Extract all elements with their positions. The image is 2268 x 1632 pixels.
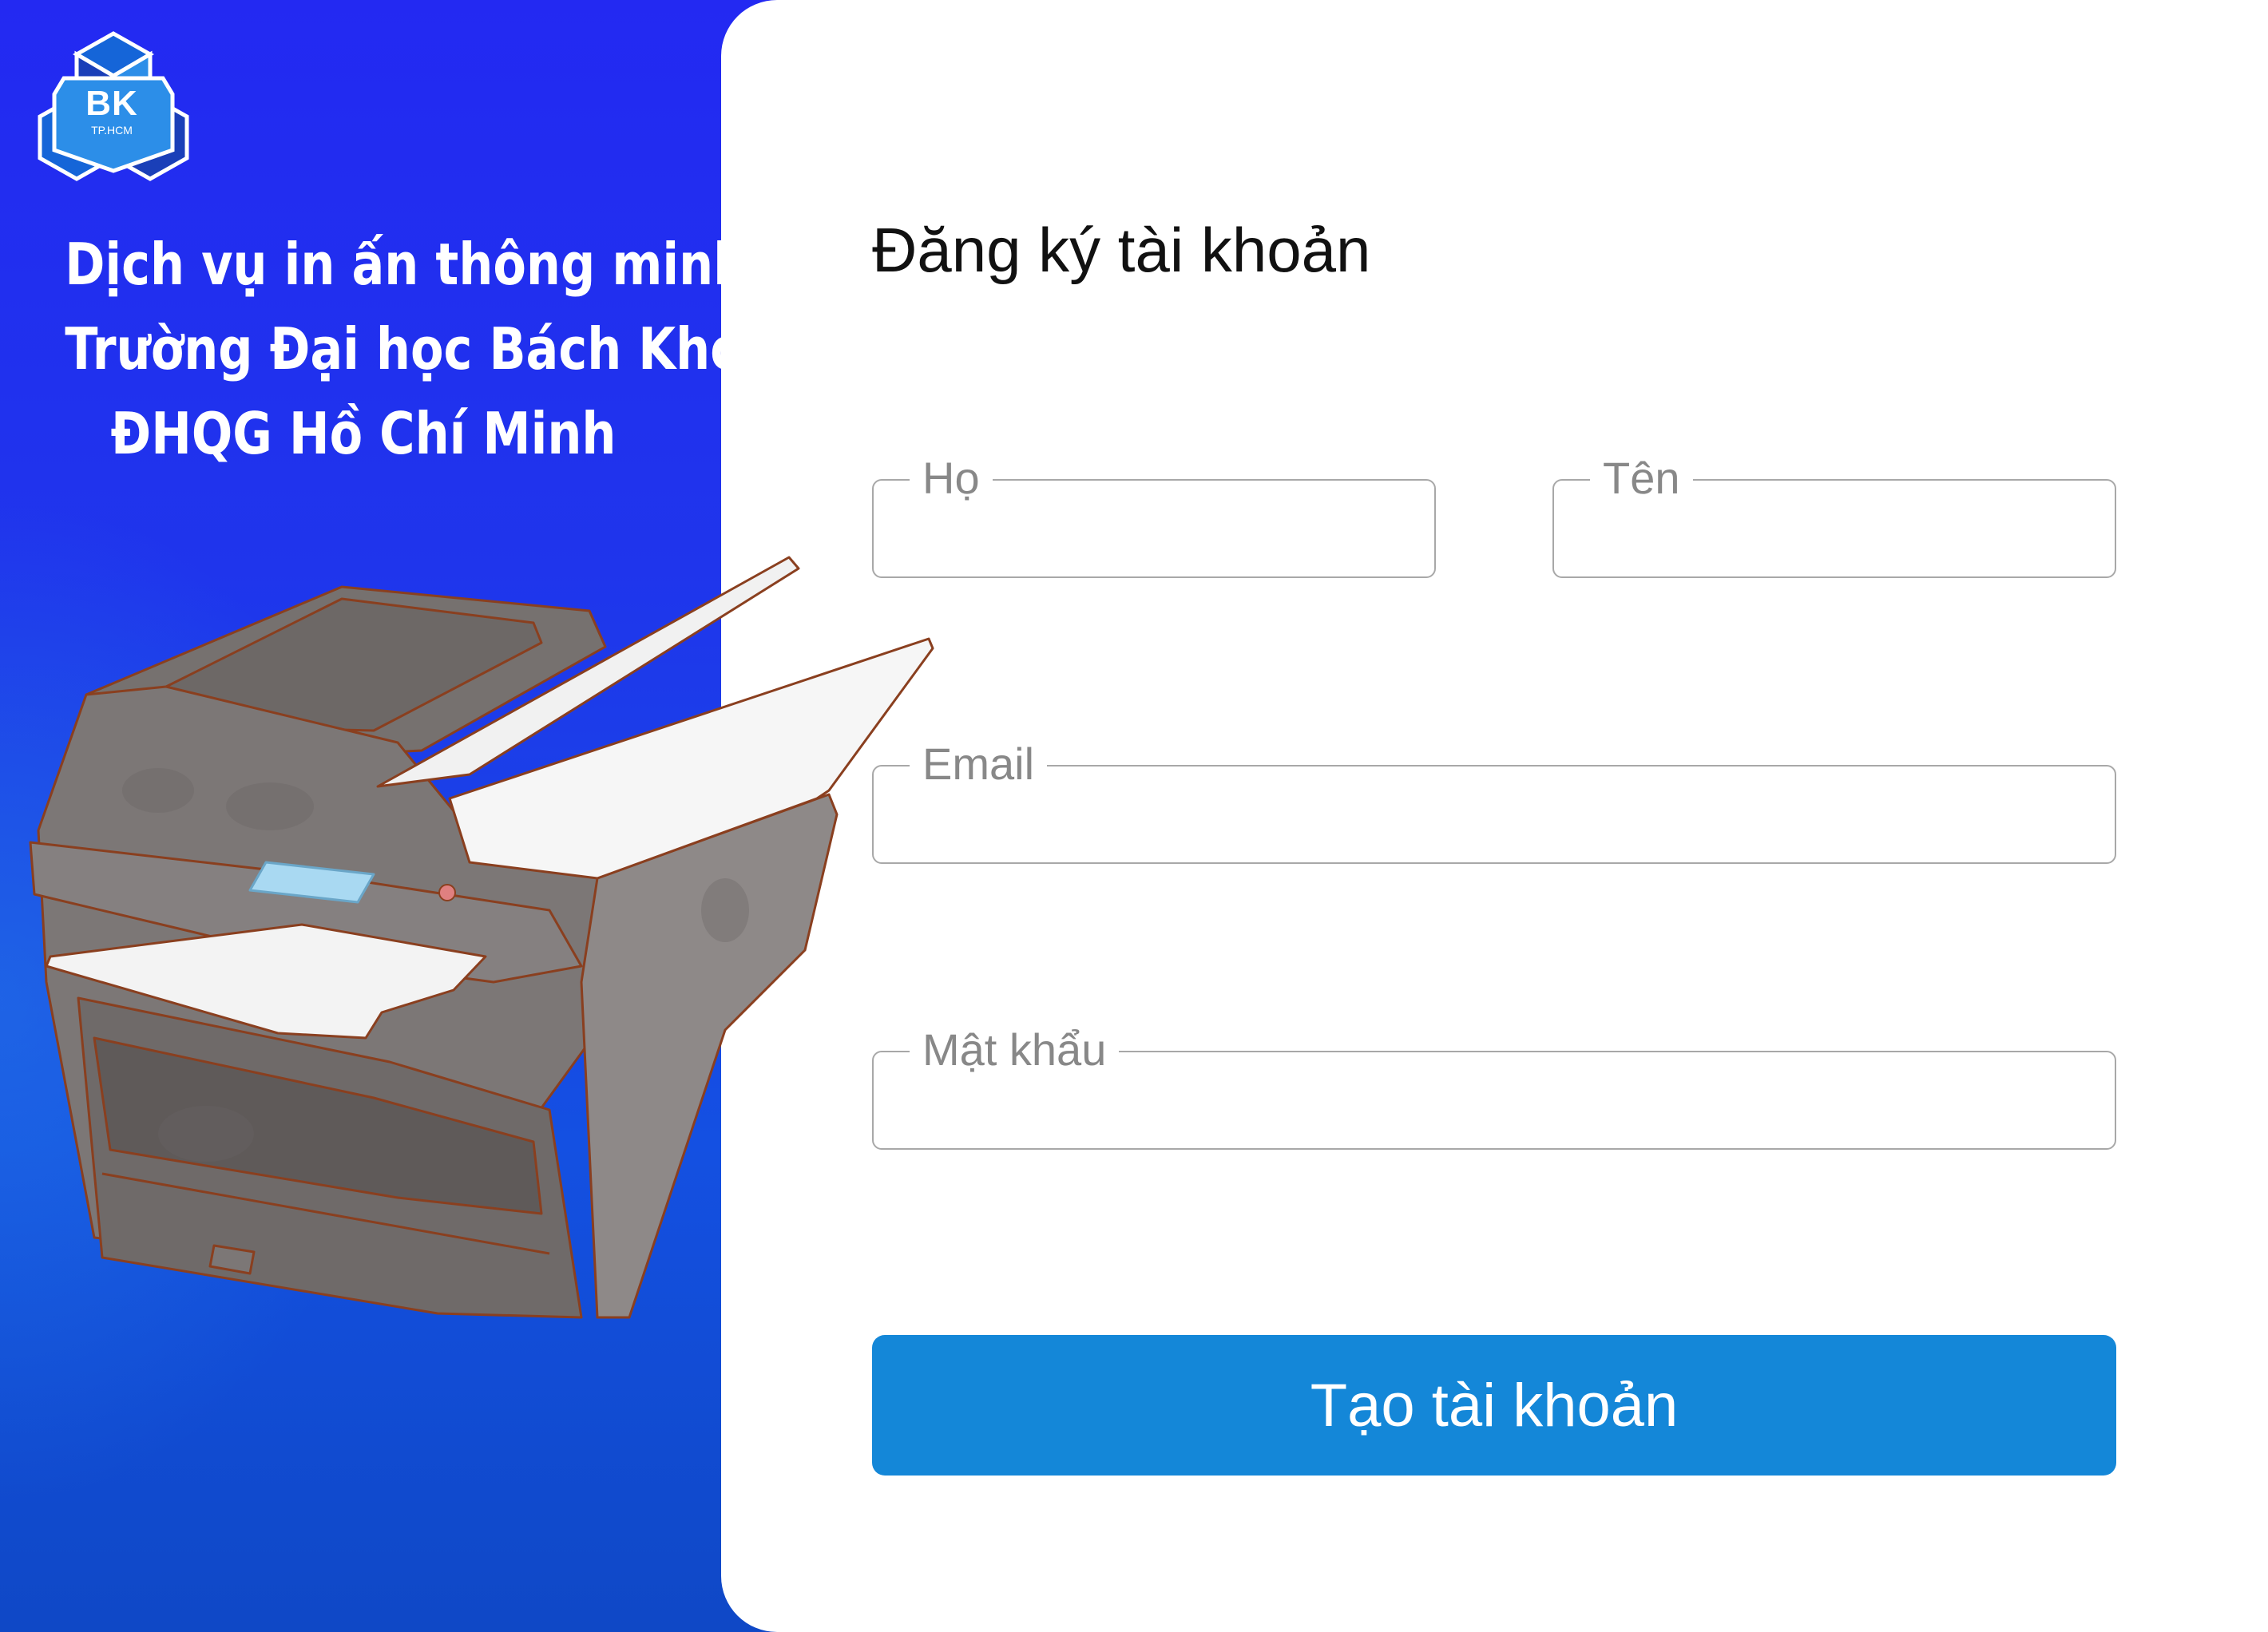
create-account-button[interactable]: Tạo tài khoản	[872, 1335, 2116, 1476]
service-tagline: Dịch vụ in ấn thông minh Trường Đại học …	[65, 222, 776, 476]
form-title: Đăng ký tài khoản	[872, 215, 1371, 285]
last-name-label: Họ	[910, 450, 993, 506]
logo-subtext: TP.HCM	[91, 124, 133, 137]
email-field[interactable]: Email	[872, 736, 2116, 864]
tagline-line: ĐHQG Hồ Chí Minh	[110, 400, 617, 467]
email-input[interactable]	[898, 789, 2094, 843]
first-name-label: Tên	[1590, 450, 1693, 506]
last-name-field[interactable]: Họ	[872, 450, 1436, 578]
password-label: Mật khẩu	[910, 1022, 1120, 1078]
printer-illustration	[29, 556, 934, 1319]
email-label: Email	[910, 736, 1048, 792]
first-name-input[interactable]	[1578, 503, 2094, 557]
tagline-line: Dịch vụ in ấn thông minh	[65, 231, 748, 298]
last-name-input[interactable]	[898, 503, 1414, 557]
bk-logo: BK TP.HCM	[32, 30, 196, 194]
logo-text: BK	[85, 84, 138, 123]
first-name-field[interactable]: Tên	[1552, 450, 2116, 578]
password-field[interactable]: Mật khẩu	[872, 1022, 2116, 1150]
tagline-line: Trường Đại học Bách Khoa	[65, 315, 776, 382]
password-input[interactable]	[898, 1075, 2094, 1129]
